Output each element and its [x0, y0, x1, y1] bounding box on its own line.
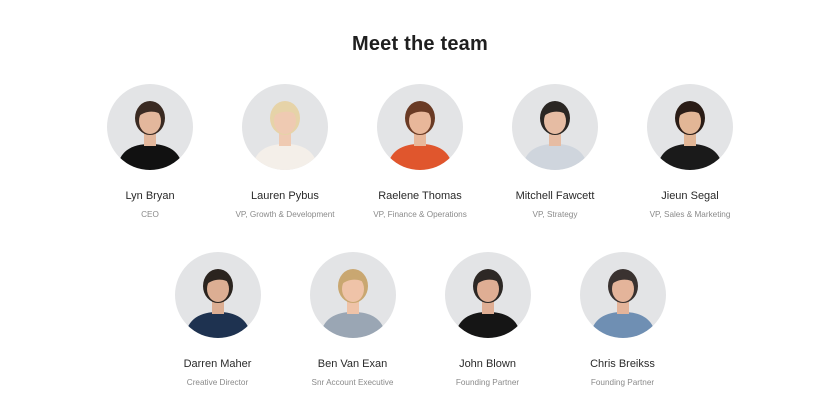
member-name: Lyn Bryan: [125, 190, 175, 202]
member-avatar[interactable]: [579, 252, 666, 338]
member-role: Founding Partner: [455, 378, 520, 387]
member-role: Creative Director: [186, 378, 249, 387]
member-name: Lauren Pybus: [251, 190, 319, 202]
member-name: John Blown: [459, 358, 516, 370]
member-name: Jieun Segal: [661, 190, 719, 202]
team-member-card[interactable]: Lyn Bryan CEO: [107, 84, 193, 219]
person-photo-icon: [454, 269, 521, 338]
person-photo-icon: [319, 269, 386, 338]
person-photo-icon: [589, 269, 656, 338]
person-photo-icon: [387, 101, 453, 170]
team-member-card[interactable]: Chris Breikss Founding Partner: [579, 252, 666, 387]
team-member-card[interactable]: John Blown Founding Partner: [444, 252, 531, 387]
member-role: VP, Finance & Operations: [373, 210, 467, 219]
team-member-card[interactable]: Lauren Pybus VP, Growth & Development: [235, 84, 335, 219]
team-member-card[interactable]: Mitchell Fawcett VP, Strategy: [512, 84, 598, 219]
member-avatar[interactable]: [309, 252, 396, 338]
member-name: Darren Maher: [183, 358, 252, 370]
member-name: Chris Breikss: [590, 358, 655, 370]
person-photo-icon: [117, 101, 183, 170]
team-row-1: Lyn Bryan CEO Lauren Pybus VP, Growth & Dev…: [0, 84, 840, 219]
member-role: VP, Sales & Marketing: [649, 210, 731, 219]
person-photo-icon: [522, 101, 588, 170]
member-avatar[interactable]: [242, 84, 328, 170]
member-avatar[interactable]: [512, 84, 598, 170]
member-role: Founding Partner: [590, 378, 655, 387]
member-role: CEO: [141, 210, 159, 219]
member-avatar[interactable]: [107, 84, 193, 170]
member-role: Snr Account Executive: [311, 378, 394, 387]
member-role: VP, Growth & Development: [235, 210, 335, 219]
member-avatar[interactable]: [377, 84, 463, 170]
team-member-card[interactable]: Jieun Segal VP, Sales & Marketing: [647, 84, 733, 219]
team-member-card[interactable]: Darren Maher Creative Director: [174, 252, 261, 387]
member-name: Raelene Thomas: [378, 190, 462, 202]
person-photo-icon: [252, 101, 318, 170]
team-member-card[interactable]: Raelene Thomas VP, Finance & Operations: [373, 84, 467, 219]
team-row-2: Darren Maher Creative Director Ben Van Exa…: [0, 252, 840, 387]
person-photo-icon: [184, 269, 251, 338]
member-avatar[interactable]: [444, 252, 531, 338]
page-title: Meet the team: [352, 32, 488, 55]
member-role: VP, Strategy: [532, 210, 578, 219]
team-member-card[interactable]: Ben Van Exan Snr Account Executive: [309, 252, 396, 387]
member-avatar[interactable]: [174, 252, 261, 338]
member-avatar[interactable]: [647, 84, 733, 170]
person-photo-icon: [657, 101, 723, 170]
member-name: Mitchell Fawcett: [515, 190, 595, 202]
member-name: Ben Van Exan: [317, 358, 388, 370]
